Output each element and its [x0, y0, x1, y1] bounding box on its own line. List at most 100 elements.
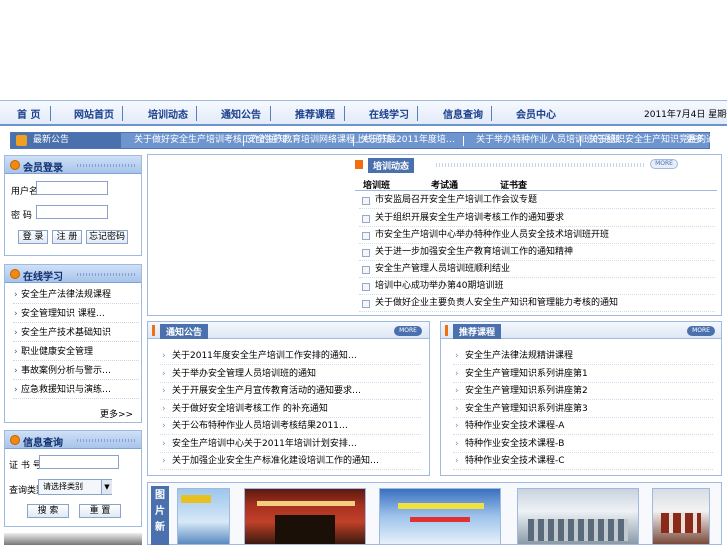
training-tabs: 培训班 考试通 证书查: [355, 177, 717, 191]
notice-item[interactable]: 关于2011年度安全生产培训工作安排的通知…: [160, 348, 421, 365]
register-button[interactable]: 注 册: [52, 230, 82, 244]
study-title: 在线学习: [23, 272, 63, 283]
course-item[interactable]: 特种作业安全技术课程-A: [453, 418, 713, 435]
password-input[interactable]: [36, 205, 108, 219]
training-title: 培训动态: [368, 158, 415, 173]
login-title: 会员登录: [23, 163, 63, 174]
photo-thumbnail[interactable]: [177, 488, 230, 545]
notice-title: 通知公告: [160, 324, 209, 339]
courses-header: 推荐课程 MORE: [441, 322, 721, 339]
feature-image[interactable]: [150, 157, 350, 313]
nav-item-1[interactable]: 网站首页: [74, 106, 114, 121]
query-header: 信息查询: [5, 431, 141, 449]
notice-panel: 通知公告 MORE 关于2011年度安全生产培训工作安排的通知… 关于举办安全管…: [147, 321, 430, 476]
nav-home[interactable]: 首 页: [17, 106, 40, 121]
photo-thumbnail[interactable]: [244, 488, 366, 545]
nav-item-6[interactable]: 信息查询: [443, 106, 483, 121]
notice-item[interactable]: 关于公布特种作业人员培训考核结果2011…: [160, 418, 421, 435]
notice-item[interactable]: 关于做好安全培训考核工作 的补充通知: [160, 401, 421, 418]
courses-title: 推荐课程: [453, 324, 502, 339]
section-icon: [10, 435, 20, 445]
announcement-ticker: 最新公告 关于做好安全生产培训考核工作的通知… 安全生产教育培训网络课程上线通知…: [10, 132, 724, 149]
training-item[interactable]: 市安监局召开安全生产培训工作会议专题: [359, 192, 715, 209]
photo-thumbnail[interactable]: [379, 488, 501, 545]
nav-item-3[interactable]: 通知公告: [221, 106, 261, 121]
cert-number-label: 证 书 号: [9, 461, 42, 471]
ticker-item[interactable]: 关于开展2011年度培…: [360, 134, 455, 147]
chevron-down-icon[interactable]: ▼: [101, 480, 112, 494]
ticker-separator: [580, 136, 581, 146]
study-item[interactable]: 安全生产技术基础知识: [13, 324, 139, 342]
training-item[interactable]: 市安全生产培训中心举办特种作业人员安全技术培训班开班: [359, 227, 715, 244]
course-item[interactable]: 特种作业安全技术课程-C: [453, 453, 713, 470]
login-button[interactable]: 登 录: [18, 230, 48, 244]
study-header: 在线学习: [5, 265, 141, 283]
nav-separator: [196, 106, 197, 121]
recommended-courses-panel: 推荐课程 MORE 安全生产法律法规精讲课程 安全生产管理知识系列讲座第1 安全…: [440, 321, 722, 476]
tab-certificate[interactable]: 证书查: [500, 178, 527, 191]
training-item[interactable]: 培训中心成功举办第40期培训班: [359, 278, 715, 295]
ticker-separator: [463, 136, 464, 146]
notice-item[interactable]: 安全生产培训中心关于2011年培训计划安排…: [160, 436, 421, 453]
ticker-separator: [353, 136, 354, 146]
nav-separator: [50, 106, 51, 121]
notice-item[interactable]: 关于加强企业安全生产标准化建设培训工作的通知…: [160, 453, 421, 470]
study-item[interactable]: 安全生产法律法规课程: [13, 286, 139, 304]
search-button[interactable]: 搜 索: [27, 504, 69, 518]
bell-icon: [16, 135, 27, 146]
username-label: 用户名: [11, 187, 39, 197]
forgot-password-button[interactable]: 忘记密码: [86, 230, 128, 244]
course-item[interactable]: 特种作业安全技术课程-B: [453, 436, 713, 453]
courses-more-button[interactable]: MORE: [687, 326, 715, 336]
section-icon: [10, 160, 20, 170]
study-item[interactable]: 事故案例分析与警示…: [13, 362, 139, 380]
training-list: 市安监局召开安全生产培训工作会议专题 关于组织开展安全生产培训考核工作的通知要求…: [355, 192, 721, 315]
section-icon: [10, 269, 20, 279]
login-panel: 会员登录 用户名 密 码 登 录 注 册 忘记密码: [4, 155, 142, 256]
study-item[interactable]: 职业健康安全管理: [13, 343, 139, 361]
ticker-more-link[interactable]: 更多: [686, 134, 704, 147]
photo-news-label: 图片新: [151, 486, 169, 545]
study-item[interactable]: 应急救援知识与演练…: [13, 381, 139, 399]
training-news-panel: 培训动态 MORE 培训班 考试通 证书查 市安监局召开安全生产培训工作会议专题…: [147, 154, 722, 316]
training-item[interactable]: 安全生产管理人员培训班顺利结业: [359, 261, 715, 278]
password-label: 密 码: [11, 211, 32, 221]
photo-thumbnail[interactable]: [652, 488, 710, 545]
nav-item-2[interactable]: 培训动态: [148, 106, 188, 121]
course-item[interactable]: 安全生产法律法规精讲课程: [453, 348, 713, 365]
tab-training-class[interactable]: 培训班: [363, 178, 390, 191]
ticker-separator: [243, 136, 244, 146]
training-item[interactable]: 关于做好企业主要负责人安全生产知识和管理能力考核的通知: [359, 295, 715, 312]
username-input[interactable]: [36, 181, 108, 195]
nav-separator: [270, 106, 271, 121]
nav-item-4[interactable]: 推荐课程: [295, 106, 335, 121]
query-title: 信息查询: [23, 438, 63, 449]
training-item[interactable]: 关于组织开展安全生产培训考核工作的通知要求: [359, 210, 715, 227]
course-item[interactable]: 安全生产管理知识系列讲座第2: [453, 383, 713, 400]
course-item[interactable]: 安全生产管理知识系列讲座第1: [453, 366, 713, 383]
notice-item[interactable]: 关于举办安全管理人员培训班的通知: [160, 366, 421, 383]
notice-item[interactable]: 关于开展安全生产月宣传教育活动的通知要求…: [160, 383, 421, 400]
photo-thumbnail[interactable]: [517, 488, 639, 545]
notice-more-button[interactable]: MORE: [394, 326, 422, 336]
reset-button[interactable]: 重 置: [79, 504, 121, 518]
bottom-banner: [4, 533, 142, 545]
ticker-label: 最新公告: [11, 133, 121, 148]
study-more-link[interactable]: 更多>>: [100, 407, 133, 420]
arrow-icon: [355, 160, 363, 169]
main-nav: 首 页 网站首页 培训动态 通知公告 推荐课程 在线学习 信息查询 会员中心 2…: [0, 100, 727, 126]
nav-separator: [122, 106, 123, 121]
nav-item-5[interactable]: 在线学习: [369, 106, 409, 121]
nav-separator: [344, 106, 345, 121]
training-item[interactable]: 关于进一步加强安全生产教育培训工作的通知精神: [359, 244, 715, 261]
online-study-panel: 在线学习 安全生产法律法规课程 安全管理知识 课程… 安全生产技术基础知识 职业…: [4, 264, 142, 423]
nav-item-7[interactable]: 会员中心: [516, 106, 556, 121]
nav-separator: [417, 106, 418, 121]
course-item[interactable]: 安全生产管理知识系列讲座第3: [453, 401, 713, 418]
study-item[interactable]: 安全管理知识 课程…: [13, 305, 139, 323]
notice-header: 通知公告 MORE: [148, 322, 429, 339]
login-header: 会员登录: [5, 156, 141, 174]
tab-exam[interactable]: 考试通: [431, 178, 458, 191]
cert-number-input[interactable]: [39, 455, 119, 469]
training-more-button[interactable]: MORE: [650, 159, 678, 169]
